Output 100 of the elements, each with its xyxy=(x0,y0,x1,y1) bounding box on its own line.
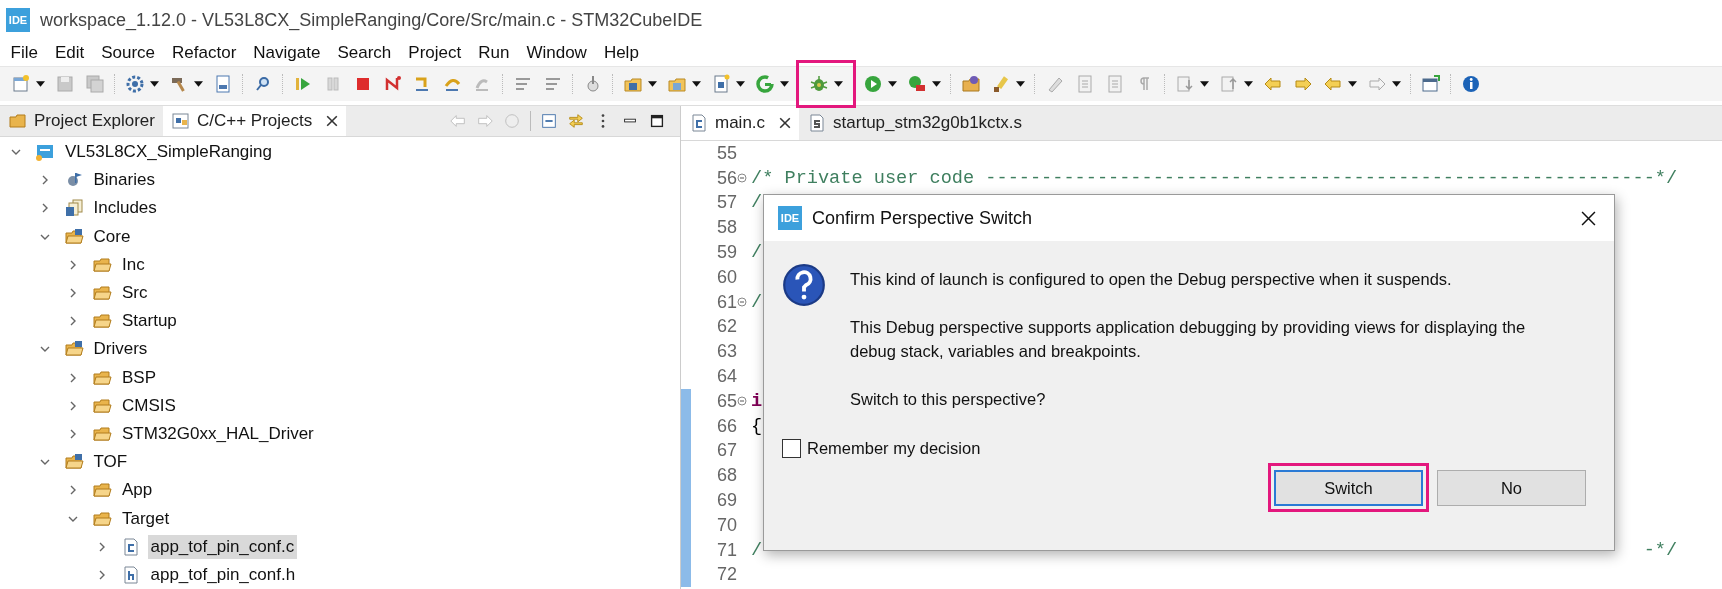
bug-icon[interactable] xyxy=(809,74,829,94)
brush-icon[interactable] xyxy=(991,74,1011,94)
tree-item[interactable]: STM32G0xx_HAL_Driver xyxy=(119,421,317,446)
line-number: 68 xyxy=(715,465,737,487)
code-text: / xyxy=(751,242,763,264)
tree-item[interactable]: app_tof_pin_conf.c xyxy=(147,534,298,559)
includes-icon xyxy=(63,198,84,219)
caret-icon[interactable] xyxy=(736,81,745,87)
tree-item[interactable]: Includes xyxy=(90,196,160,221)
panel-tab[interactable]: C/C++ Projects xyxy=(162,106,347,136)
caret-icon[interactable] xyxy=(888,81,897,87)
caret-icon[interactable] xyxy=(1200,81,1209,87)
source-folder-icon xyxy=(63,226,84,247)
question-icon xyxy=(782,263,826,307)
close-icon[interactable] xyxy=(326,115,339,127)
c-file-icon xyxy=(689,113,709,133)
no-button[interactable]: No xyxy=(1437,470,1586,506)
line-number: 72 xyxy=(715,564,737,586)
tree-item[interactable]: Src xyxy=(119,281,151,306)
line-number: 59 xyxy=(715,242,737,264)
gear-icon[interactable] xyxy=(125,74,145,94)
fold-icon[interactable] xyxy=(737,396,747,407)
close-icon[interactable] xyxy=(1581,210,1596,226)
line-number: 60 xyxy=(715,266,737,288)
item-icon xyxy=(170,111,191,131)
tree-item[interactable]: Target xyxy=(119,506,173,531)
close-icon[interactable] xyxy=(779,117,792,129)
line-number: 61 xyxy=(715,291,737,313)
menu-item[interactable]: Search xyxy=(328,43,400,63)
switch-button[interactable]: Switch xyxy=(1274,470,1423,506)
tree-item[interactable]: TOF xyxy=(90,450,131,475)
message-text: This Debug perspective supports application debugging by providing views for displaying the debug stack, variables and breakpoints. xyxy=(850,317,1527,362)
code-text: / xyxy=(751,291,763,313)
tree-item[interactable]: Binaries xyxy=(90,168,158,193)
change-bar xyxy=(681,562,691,588)
run-tools-icon[interactable] xyxy=(907,74,927,94)
line-number: 67 xyxy=(715,440,737,462)
app-logo: IDE xyxy=(778,206,802,230)
tree-item[interactable]: App xyxy=(119,478,156,503)
line-number: 65 xyxy=(715,390,737,412)
menu-item[interactable]: Window xyxy=(517,43,596,63)
code-text: /* Private user code ------------------------------------------------------------*/ xyxy=(751,167,1678,189)
tree-item[interactable]: BSP xyxy=(119,365,160,390)
menu-item[interactable]: Edit xyxy=(46,43,93,63)
line-number: 71 xyxy=(715,539,737,561)
menu-item[interactable]: Refactor xyxy=(163,43,245,63)
code-text: / xyxy=(751,192,763,214)
caret-icon[interactable] xyxy=(780,81,789,87)
tree-item[interactable]: app_tof_pin_conf.h xyxy=(147,562,299,587)
menu-item[interactable]: Help xyxy=(595,43,648,63)
caret-icon[interactable] xyxy=(1392,81,1401,87)
tree-item[interactable]: Inc xyxy=(119,252,148,277)
collapse-all-icon[interactable] xyxy=(540,112,558,130)
item-icon xyxy=(8,111,28,131)
caret-icon[interactable] xyxy=(648,81,657,87)
panel-tab[interactable]: Project Explorer xyxy=(0,106,163,136)
line-number: 70 xyxy=(715,514,737,536)
line-number: 57 xyxy=(715,192,737,214)
line-number: 64 xyxy=(715,366,737,388)
caret-icon[interactable] xyxy=(1016,81,1025,87)
caret-icon[interactable] xyxy=(36,81,45,87)
fold-icon[interactable] xyxy=(737,297,747,308)
caret-icon[interactable] xyxy=(834,81,843,87)
maximize-icon[interactable] xyxy=(648,112,666,130)
line-number: 63 xyxy=(715,341,737,363)
menu-item[interactable]: Project xyxy=(399,43,470,63)
caret-icon[interactable] xyxy=(150,81,159,87)
message-text: Switch to this perspective? xyxy=(850,389,1047,410)
tree-item[interactable]: Startup xyxy=(119,309,180,334)
caret-icon[interactable] xyxy=(1244,81,1253,87)
fold-icon[interactable] xyxy=(737,173,747,184)
tree-item[interactable]: Drivers xyxy=(90,337,151,362)
editor-tab[interactable]: main.c xyxy=(681,106,800,140)
checkbox[interactable]: Remember my decision xyxy=(782,439,1594,458)
message-text: This kind of launch is configured to open the Debug perspective when it suspends. xyxy=(850,269,1453,290)
tree-item[interactable]: VL53L8CX_SimpleRanging xyxy=(62,140,275,165)
line-number: 56 xyxy=(715,167,737,189)
app-logo: IDE xyxy=(6,8,30,32)
code-text: i xyxy=(751,390,763,412)
project-icon xyxy=(35,142,55,163)
toolbar-button[interactable] xyxy=(796,60,856,108)
caret-icon[interactable] xyxy=(692,81,701,87)
menu-item[interactable]: Source xyxy=(92,43,164,63)
line-number: 58 xyxy=(715,217,737,239)
tree-item[interactable]: Core xyxy=(90,224,134,249)
code-text: -*/ xyxy=(1643,539,1678,561)
caret-icon[interactable] xyxy=(194,81,203,87)
line-number: 66 xyxy=(715,415,737,437)
new-file-icon[interactable] xyxy=(711,74,731,94)
code-text: { xyxy=(751,415,763,437)
menu-item[interactable]: File xyxy=(2,43,47,63)
menu-item[interactable]: Run xyxy=(469,43,518,63)
caret-icon[interactable] xyxy=(1348,81,1357,87)
menu-item[interactable]: Navigate xyxy=(244,43,329,63)
line-number: 55 xyxy=(715,142,737,164)
caret-icon[interactable] xyxy=(932,81,941,87)
editor-tab[interactable]: startup_stm32g0b1kctx.s xyxy=(799,106,1031,140)
tree-item[interactable]: CMSIS xyxy=(119,393,179,418)
line-number: 62 xyxy=(715,316,737,338)
dialog-title: Confirm Perspective Switch xyxy=(812,207,1033,229)
